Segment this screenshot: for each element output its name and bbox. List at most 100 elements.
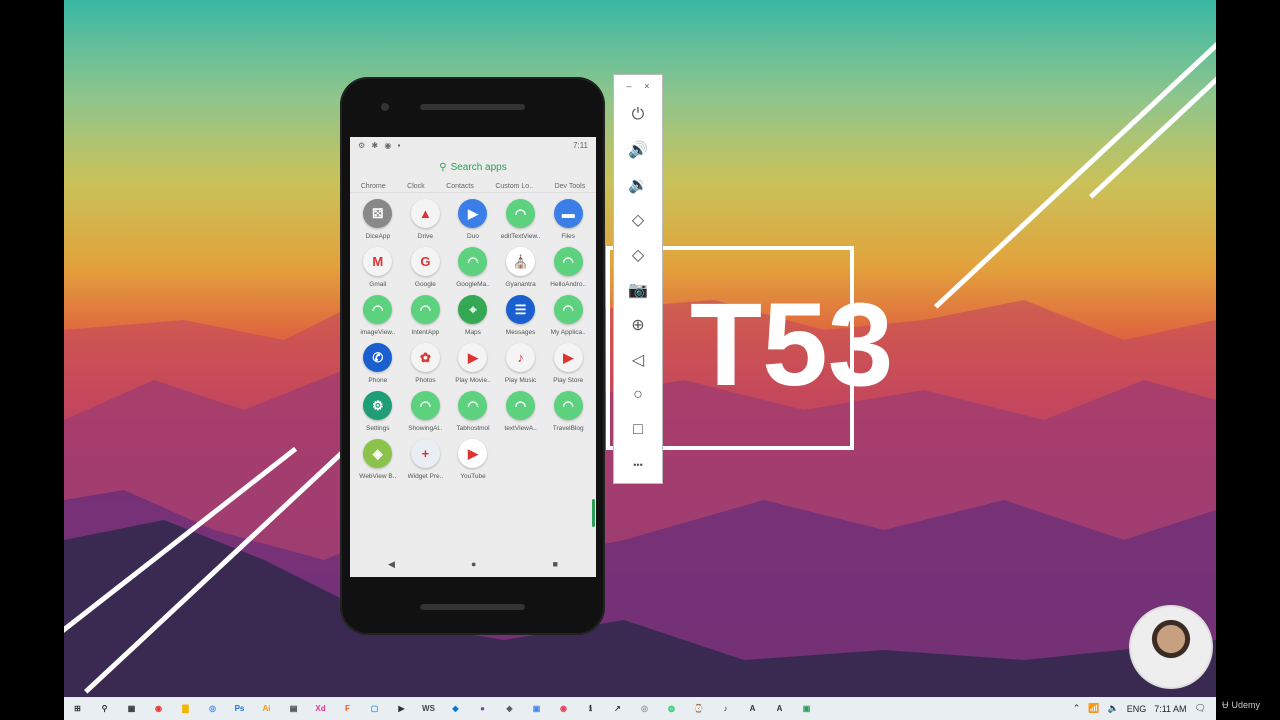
back-icon[interactable]: ◁ [614,342,662,377]
search-apps-bar[interactable]: ⚲ Search apps [350,156,596,178]
app-tile[interactable]: ✆ Phone [354,343,402,384]
app-label: My Applica.. [550,329,586,336]
app-tile[interactable]: G Google [402,247,450,288]
taskbar-app-icon[interactable]: ◉ [553,700,574,717]
app-tile[interactable]: ◠ My Applica.. [544,295,592,336]
rotate-right-icon[interactable]: ◇ [614,237,662,272]
taskbar-app-icon[interactable]: ▤ [283,700,304,717]
app-tile[interactable]: ▶ Play Store [544,343,592,384]
rotate-left-icon[interactable]: ◇ [614,202,662,237]
app-label: GoogleMa.. [456,281,490,288]
home-icon[interactable]: ○ [614,377,662,412]
taskbar-app-icon[interactable]: ▣ [526,700,547,717]
app-tile[interactable]: ◈ WebView B.. [354,439,402,480]
nav-home-button[interactable]: ● [471,559,476,569]
taskbar-app-icon[interactable]: ◆ [445,700,466,717]
clock[interactable]: 7:11 AM [1154,704,1186,714]
app-label-top[interactable]: Clock [407,183,425,190]
app-label: Settings [366,425,390,432]
app-tile[interactable]: ♪ Play Music [497,343,545,384]
more-icon[interactable]: ••• [614,447,662,482]
app-label-top[interactable]: Custom Lo.. [495,183,533,190]
webview-icon: ◈ [363,439,393,468]
app-tile[interactable]: ⚙ Settings [354,391,402,432]
app-tile[interactable]: + Widget Pre.. [402,439,450,480]
app-tile[interactable]: ⚄ DiceApp [354,199,402,240]
power-icon[interactable]: ⏻ [614,97,662,132]
app-tile[interactable]: ◠ Tabhostmol [449,391,497,432]
fast-scroll-thumb[interactable] [592,499,595,527]
taskbar-app-icon[interactable]: ▇ [175,700,196,717]
app-tile[interactable]: ◠ textViewA.. [497,391,545,432]
nav-back-button[interactable]: ◀ [388,559,395,570]
taskbar-app-icon[interactable]: ◉ [148,700,169,717]
network-icon[interactable]: 📶 [1088,703,1099,714]
action-center-icon[interactable]: 🗨 [1195,703,1206,714]
toolbar-window-controls: – × [614,75,662,97]
tray-chevron-icon[interactable]: ⌃ [1073,703,1081,714]
app-tile[interactable]: ✿ Photos [402,343,450,384]
taskbar-app-icon[interactable]: ▶ [391,700,412,717]
volume-icon[interactable]: 🔈 [1107,703,1118,714]
taskbar-app-icon[interactable]: ◈ [499,700,520,717]
app-tile[interactable]: ◠ ShowingAl.. [402,391,450,432]
android-icon: ◠ [553,295,583,324]
app-label-top[interactable]: Chrome [361,183,386,190]
app-tile[interactable]: ◠ IntentApp [402,295,450,336]
taskbar-app-icon[interactable]: ⌚ [688,700,709,717]
taskbar-app-icon[interactable]: WS [418,700,439,717]
app-label: Play Movie.. [455,377,491,384]
taskbar-app-icon[interactable]: ⚲ [94,700,115,717]
app-tile[interactable]: ⌖ Maps [449,295,497,336]
taskbar-app-icon[interactable]: Ps [229,700,250,717]
udemy-watermark: Ʉ Udemy [1222,700,1260,710]
volume-down-icon[interactable]: 🔉 [614,167,662,202]
taskbar-app-icon[interactable]: F [337,700,358,717]
app-label: textViewA.. [504,425,537,432]
taskbar-app-icon[interactable]: ◍ [661,700,682,717]
app-tile[interactable]: ◠ TravelBlog [544,391,592,432]
app-drawer-screen[interactable]: ⚙ ✱ ◉ ▪ 7:11 ⚲ Search apps Chrome Clock Co… [350,137,596,577]
app-tile[interactable]: ⛪ Gyanantra [497,247,545,288]
taskbar-app-icon[interactable]: Xd [310,700,331,717]
taskbar-app-icon[interactable]: A [769,700,790,717]
taskbar-app-icon[interactable]: ◎ [634,700,655,717]
taskbar-app-icon[interactable]: ♪ [715,700,736,717]
app-row-top: Chrome Clock Contacts Custom Lo.. Dev Tools [350,180,596,193]
taskbar-app-icon[interactable]: ▢ [364,700,385,717]
taskbar-app-icon[interactable]: ● [472,700,493,717]
taskbar-app-icon[interactable]: ℹ [580,700,601,717]
volume-up-icon[interactable]: 🔊 [614,132,662,167]
app-label: imageView.. [360,329,396,336]
app-tile[interactable]: ▶ Play Movie.. [449,343,497,384]
taskbar-app-icon[interactable]: ▣ [796,700,817,717]
taskbar-app-icon[interactable]: ◎ [202,700,223,717]
app-tile[interactable]: ▶ Duo [449,199,497,240]
taskbar-app-icon[interactable]: A [742,700,763,717]
google-icon: G [410,247,440,276]
app-tile[interactable]: ▬ Files [544,199,592,240]
taskbar-app-icon[interactable]: ↗ [607,700,628,717]
app-tile[interactable]: ◠ GoogleMa.. [449,247,497,288]
app-tile[interactable]: M Gmail [354,247,402,288]
udemy-logo-icon: Ʉ [1222,700,1229,710]
minimize-button[interactable]: – [626,81,631,91]
app-tile[interactable]: ☰ Messages [497,295,545,336]
taskbar-app-icon[interactable]: ▦ [121,700,142,717]
camera-icon[interactable]: 📷 [614,272,662,307]
nav-recents-button[interactable]: ■ [553,559,558,569]
app-tile[interactable]: ▶ YouTube [449,439,497,480]
app-tile[interactable]: ◠ imageView.. [354,295,402,336]
zoom-icon[interactable]: ⊕ [614,307,662,342]
app-label-top[interactable]: Contacts [446,183,474,190]
taskbar-app-icon[interactable]: ⊞ [67,700,88,717]
taskbar-app-icon[interactable]: Ai [256,700,277,717]
overview-icon[interactable]: □ [614,412,662,447]
close-button[interactable]: × [644,81,649,91]
app-label-top[interactable]: Dev Tools [555,183,586,190]
language-indicator[interactable]: ENG [1127,704,1147,714]
app-tile[interactable]: ◠ editTextView.. [497,199,545,240]
app-tile[interactable]: ◠ HelloAndro.. [544,247,592,288]
app-label: Play Store [553,377,584,384]
app-tile[interactable]: ▲ Drive [402,199,450,240]
